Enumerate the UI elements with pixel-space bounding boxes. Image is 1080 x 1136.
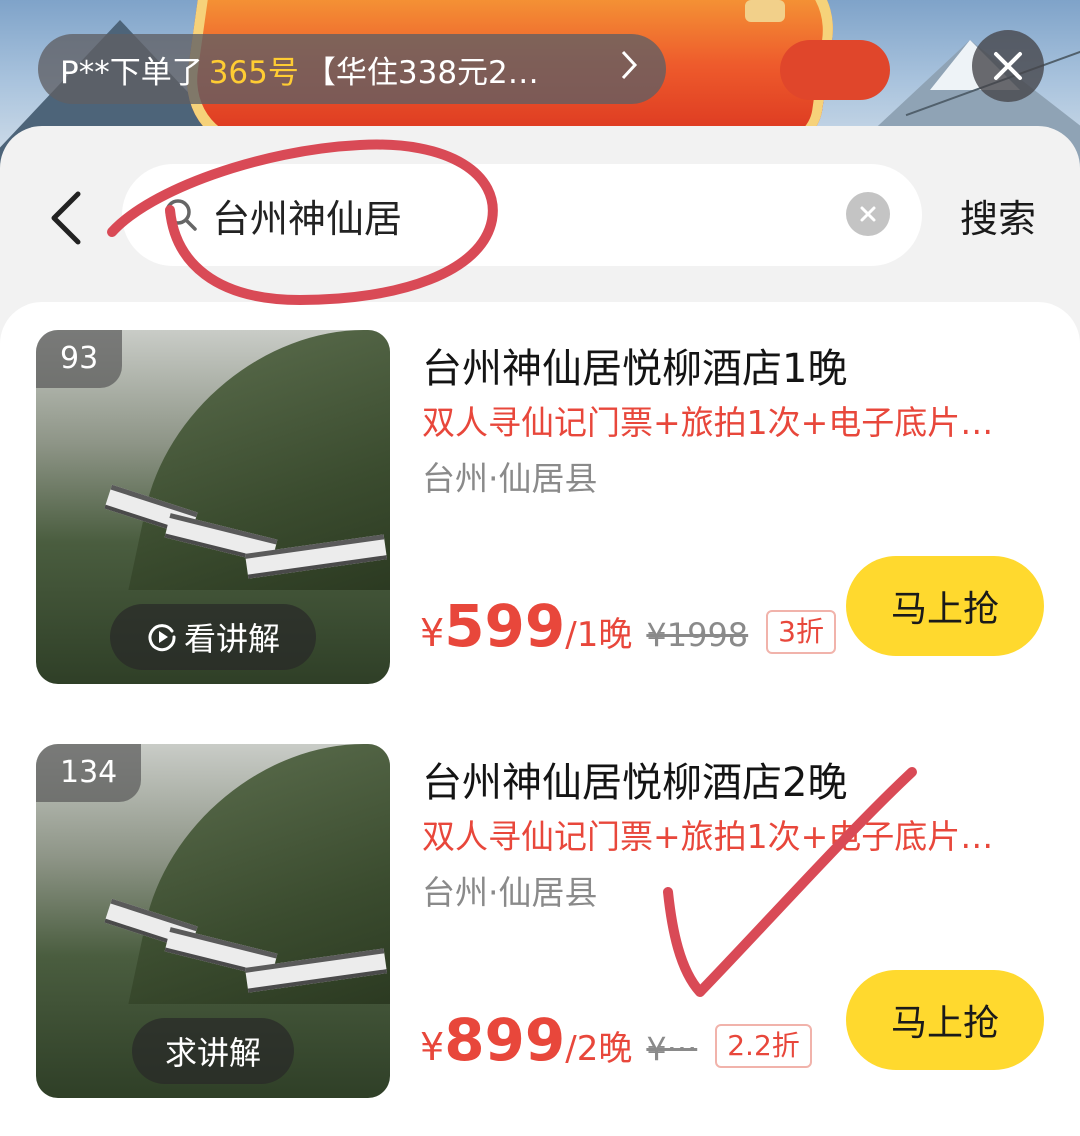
- clear-icon: [860, 206, 876, 222]
- product-title[interactable]: 台州神仙居悦柳酒店1晚: [422, 336, 847, 394]
- buy-now-button[interactable]: 马上抢: [846, 970, 1044, 1070]
- price-value: 599: [444, 592, 566, 660]
- price-unit: /1晚: [565, 615, 633, 655]
- search-input[interactable]: [212, 186, 812, 244]
- product-image[interactable]: 93 看讲解: [36, 330, 390, 684]
- product-image[interactable]: 134 求讲解: [36, 744, 390, 1098]
- product-subtitle: 双人寻仙记门票+旅拍1次+电子底片…: [422, 403, 994, 442]
- price-unit: /2晚: [565, 1029, 633, 1069]
- banner-cloud-graphic: [780, 40, 890, 100]
- explain-button[interactable]: 求讲解: [132, 1018, 294, 1084]
- results-list: 93 看讲解 台州神仙居悦柳酒店1晚 双人寻仙记门票+旅拍1次+电子底片… 台州…: [0, 302, 1080, 1136]
- explain-label: 求讲解: [164, 1034, 261, 1072]
- buy-now-button[interactable]: 马上抢: [846, 556, 1044, 656]
- search-sheet: 搜索 93 看讲解 台州神仙居悦柳酒店1晚 双人寻仙记门票+旅拍1次+电子底片: [0, 126, 1080, 1136]
- play-circle-icon: [148, 624, 176, 652]
- search-button[interactable]: 搜索: [960, 188, 1036, 243]
- original-price: ¥1998: [646, 616, 749, 654]
- ticker-suffix: 【华住338元2…: [304, 54, 539, 91]
- search-icon: [165, 199, 197, 231]
- price-value: 899: [444, 1006, 566, 1074]
- close-button[interactable]: [972, 30, 1044, 102]
- product-card[interactable]: 134 求讲解 台州神仙居悦柳酒店2晚 双人寻仙记门票+旅拍1次+电子底片… 台…: [0, 716, 1080, 1098]
- back-chevron-icon: [51, 191, 81, 245]
- discount-badge: 3折: [766, 610, 836, 654]
- rank-badge: 93: [36, 330, 123, 388]
- price-row: ¥ 899 /2晚 ¥··· 2.2折: [420, 1006, 812, 1076]
- search-bar[interactable]: [122, 164, 922, 266]
- order-ticker[interactable]: P**下单了 365号 【华住338元2…: [38, 34, 666, 104]
- product-card[interactable]: 93 看讲解 台州神仙居悦柳酒店1晚 双人寻仙记门票+旅拍1次+电子底片… 台州…: [0, 302, 1080, 684]
- close-icon: [994, 52, 1022, 80]
- product-title[interactable]: 台州神仙居悦柳酒店2晚: [422, 750, 847, 808]
- rank-badge: 134: [36, 744, 142, 802]
- back-button[interactable]: [42, 188, 92, 248]
- currency-symbol: ¥: [420, 611, 445, 655]
- product-location: 台州·仙居县: [422, 873, 598, 912]
- price-row: ¥ 599 /1晚 ¥1998 3折: [420, 592, 836, 662]
- clear-search-button[interactable]: [846, 192, 890, 236]
- ticker-prefix: P**下单了: [60, 54, 203, 91]
- banner-lantern: [745, 0, 785, 22]
- currency-symbol: ¥: [420, 1025, 445, 1069]
- original-price: ¥···: [646, 1030, 698, 1068]
- explain-label: 看讲解: [183, 620, 280, 658]
- product-subtitle: 双人寻仙记门票+旅拍1次+电子底片…: [422, 817, 994, 856]
- discount-badge: 2.2折: [715, 1024, 812, 1068]
- product-location: 台州·仙居县: [422, 459, 598, 498]
- chevron-right-icon: [620, 48, 638, 90]
- explain-button[interactable]: 看讲解: [110, 604, 316, 670]
- ticker-highlight: 365号: [208, 54, 299, 91]
